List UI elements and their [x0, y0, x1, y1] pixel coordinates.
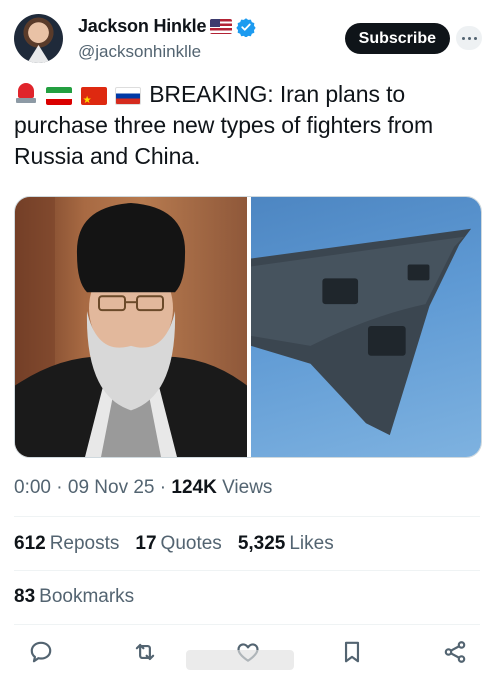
likes-count: 5,325 — [237, 533, 286, 554]
siren-icon — [14, 81, 38, 105]
russia-flag-icon — [114, 87, 141, 105]
likes-label: Likes — [289, 533, 334, 554]
tweet-date[interactable]: 09 Nov 25 — [68, 477, 155, 498]
engagement-stats: 612 Reposts 17 Quotes 5,325 Likes — [14, 533, 334, 555]
tweet-media — [14, 196, 482, 458]
tweet-meta: 0:00 · 09 Nov 25 · 124K Views — [14, 477, 272, 499]
tweet-text: BREAKING: Iran plans to purchase three n… — [14, 79, 474, 172]
bookmarks-count: 83 — [14, 586, 36, 607]
media-image-portrait[interactable] — [15, 197, 247, 457]
reposts-count: 612 — [14, 533, 46, 554]
media-image-fighter[interactable] — [251, 197, 481, 457]
more-icon[interactable] — [456, 26, 482, 50]
reposts-label: Reposts — [49, 533, 120, 554]
divider — [14, 624, 480, 625]
author-display-name[interactable]: Jackson Hinkle — [78, 16, 206, 37]
subscribe-button[interactable]: Subscribe — [344, 23, 450, 54]
iran-flag-icon — [46, 87, 73, 105]
author-name-row: Jackson Hinkle — [78, 16, 256, 37]
views-label: Views — [222, 477, 273, 498]
divider — [14, 570, 480, 571]
reply-icon[interactable] — [28, 639, 54, 665]
divider — [14, 516, 480, 517]
avatar[interactable] — [14, 14, 63, 63]
author-handle[interactable]: @jacksonhinklle — [78, 42, 201, 62]
quotes-label: Quotes — [160, 533, 222, 554]
views-count: 124K — [171, 477, 217, 498]
fighter-illustration — [251, 228, 472, 436]
watermark-overlay — [186, 650, 294, 670]
retweet-icon[interactable] — [132, 639, 158, 665]
reposts-stat[interactable]: 612 Reposts — [14, 533, 119, 555]
likes-stat[interactable]: 5,325 Likes — [238, 533, 334, 555]
bookmarks-stat[interactable]: 83 Bookmarks — [14, 586, 134, 608]
portrait-illustration — [15, 197, 247, 457]
meta-separator: · — [159, 477, 167, 498]
quotes-stat[interactable]: 17 Quotes — [135, 533, 221, 555]
bookmark-icon[interactable] — [339, 639, 365, 665]
share-icon[interactable] — [442, 639, 468, 665]
quotes-count: 17 — [135, 533, 157, 554]
us-flag-icon — [210, 19, 233, 34]
tweet-time[interactable]: 0:00 — [14, 477, 51, 498]
china-flag-icon — [80, 85, 107, 116]
tweet-body: BREAKING: Iran plans to purchase three n… — [14, 81, 434, 169]
verified-badge-icon — [236, 17, 256, 37]
tweet-header: Jackson Hinkle @jacksonhinklle Subscribe — [14, 14, 482, 66]
bookmarks-label: Bookmarks — [39, 586, 135, 607]
meta-separator: · — [56, 477, 63, 498]
